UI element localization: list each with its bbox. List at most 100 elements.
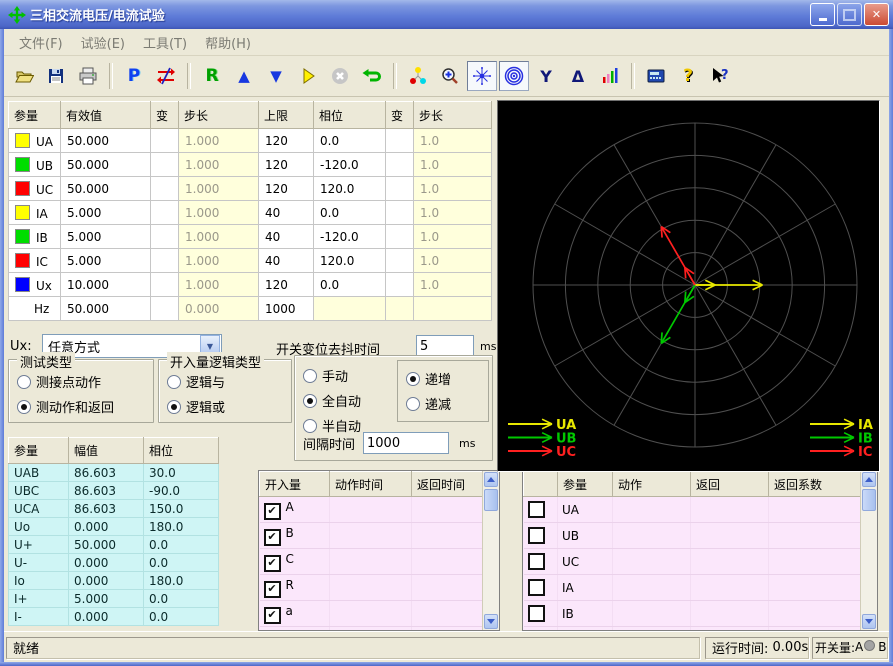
checkbox[interactable] bbox=[528, 579, 545, 596]
checkbox[interactable]: ✔ bbox=[264, 503, 281, 520]
rms-value-cell[interactable]: 10.000 bbox=[61, 273, 151, 297]
limit-cell[interactable]: 1000 bbox=[259, 297, 314, 321]
checkbox[interactable]: ✔ bbox=[264, 581, 281, 598]
switch-name: B bbox=[878, 640, 886, 654]
context-help-button[interactable]: ? bbox=[705, 61, 735, 91]
print-button[interactable] bbox=[73, 61, 103, 91]
vary-cell bbox=[151, 129, 179, 153]
limit-cell[interactable]: 120 bbox=[259, 153, 314, 177]
radio-icon[interactable] bbox=[303, 394, 317, 408]
phase-cell[interactable]: 0.0 bbox=[314, 201, 386, 225]
vary-cell bbox=[386, 129, 414, 153]
seq-amplitude-cell: 5.000 bbox=[69, 590, 144, 608]
table-row: UA50.0001.0001200.01.0 bbox=[9, 129, 492, 153]
scrollbar-thumb[interactable] bbox=[484, 489, 498, 511]
scroll-down-icon[interactable] bbox=[862, 614, 876, 629]
table-row: UC50.0001.000120120.01.0 bbox=[9, 177, 492, 201]
radio-logic-and[interactable]: 逻辑与 bbox=[167, 372, 291, 391]
radio-logic-or[interactable]: 逻辑或 bbox=[167, 397, 291, 416]
limit-cell[interactable]: 40 bbox=[259, 201, 314, 225]
open-button[interactable] bbox=[9, 61, 39, 91]
bar-chart-button[interactable] bbox=[595, 61, 625, 91]
lower-button[interactable]: ▼ bbox=[261, 61, 291, 91]
save-button[interactable] bbox=[41, 61, 71, 91]
rms-value-cell[interactable]: 5.000 bbox=[61, 201, 151, 225]
phase-step-cell: 1.0 bbox=[414, 129, 492, 153]
rms-value-cell[interactable]: 5.000 bbox=[61, 249, 151, 273]
maximize-button[interactable] bbox=[837, 3, 862, 26]
radio-decrease[interactable]: 递减 bbox=[406, 394, 488, 413]
r-reset-button[interactable]: R bbox=[197, 61, 227, 91]
scroll-up-icon[interactable] bbox=[484, 472, 498, 487]
close-button[interactable]: ✕ bbox=[864, 3, 889, 26]
table-row: UB bbox=[524, 523, 864, 549]
return-time-cell bbox=[412, 549, 486, 575]
limit-cell[interactable]: 120 bbox=[259, 129, 314, 153]
y-connection-button[interactable]: Y bbox=[531, 61, 561, 91]
radio-icon[interactable] bbox=[406, 397, 420, 411]
checkbox[interactable]: ✔ bbox=[264, 607, 281, 624]
limit-cell[interactable]: 120 bbox=[259, 273, 314, 297]
stop-button[interactable] bbox=[325, 61, 355, 91]
zoom-in-button[interactable] bbox=[435, 61, 465, 91]
rms-value-cell[interactable]: 50.000 bbox=[61, 129, 151, 153]
menu-file[interactable]: 文件(F) bbox=[10, 30, 72, 55]
radio-icon[interactable] bbox=[406, 372, 420, 386]
scroll-down-icon[interactable] bbox=[484, 614, 498, 629]
p-mode-button[interactable]: P bbox=[119, 61, 149, 91]
vector-node-button[interactable] bbox=[403, 61, 433, 91]
limit-cell[interactable]: 120 bbox=[259, 177, 314, 201]
action-table-scrollbar[interactable] bbox=[860, 471, 877, 630]
radio-icon[interactable] bbox=[17, 400, 31, 414]
checkbox[interactable]: ✔ bbox=[264, 529, 281, 546]
limit-cell[interactable]: 40 bbox=[259, 249, 314, 273]
menu-tools[interactable]: 工具(T) bbox=[134, 30, 196, 55]
seq-phase-cell: 0.0 bbox=[144, 554, 219, 572]
color-swatch bbox=[15, 229, 30, 244]
interval-input[interactable] bbox=[363, 432, 449, 454]
radio-icon[interactable] bbox=[167, 400, 181, 414]
radio-icon[interactable] bbox=[17, 375, 31, 389]
help-button[interactable]: ? bbox=[673, 61, 703, 91]
action-cell bbox=[613, 523, 691, 549]
radio-contact-action[interactable]: 测接点动作 bbox=[17, 372, 153, 391]
undo-button[interactable] bbox=[357, 61, 387, 91]
rms-value-cell[interactable]: 50.000 bbox=[61, 297, 151, 321]
scroll-up-icon[interactable] bbox=[862, 472, 876, 487]
rms-value-cell[interactable]: 50.000 bbox=[61, 153, 151, 177]
debounce-input[interactable] bbox=[416, 335, 474, 357]
radio-icon[interactable] bbox=[303, 369, 317, 383]
radio-icon[interactable] bbox=[303, 419, 317, 433]
checkbox[interactable] bbox=[528, 501, 545, 518]
menu-help[interactable]: 帮助(H) bbox=[196, 30, 260, 55]
phase-cell[interactable]: 0.0 bbox=[314, 129, 386, 153]
menu-test[interactable]: 试验(E) bbox=[72, 30, 134, 55]
checkbox[interactable] bbox=[528, 527, 545, 544]
radio-increase[interactable]: 递增 bbox=[406, 369, 488, 388]
radio-action-return[interactable]: 测动作和返回 bbox=[17, 397, 153, 416]
start-button[interactable] bbox=[293, 61, 323, 91]
checkbox[interactable] bbox=[528, 605, 545, 622]
rms-value-cell[interactable]: 5.000 bbox=[61, 225, 151, 249]
rays-view-button[interactable] bbox=[467, 61, 497, 91]
checkbox[interactable]: ✔ bbox=[264, 555, 281, 572]
polar-rings-button[interactable] bbox=[499, 61, 529, 91]
phase-cell[interactable]: 120.0 bbox=[314, 177, 386, 201]
scrollbar-thumb[interactable] bbox=[862, 489, 876, 511]
table-row: ✔R bbox=[260, 575, 486, 601]
param-name: UC bbox=[36, 183, 53, 197]
phase-cell[interactable]: 120.0 bbox=[314, 249, 386, 273]
limit-cell[interactable]: 40 bbox=[259, 225, 314, 249]
phase-cell[interactable]: -120.0 bbox=[314, 225, 386, 249]
phase-cell[interactable]: 0.0 bbox=[314, 273, 386, 297]
rms-value-cell[interactable]: 50.000 bbox=[61, 177, 151, 201]
radio-icon[interactable] bbox=[167, 375, 181, 389]
phase-swap-button[interactable] bbox=[151, 61, 181, 91]
raise-button[interactable]: ▲ bbox=[229, 61, 259, 91]
checkbox[interactable] bbox=[528, 553, 545, 570]
phase-cell[interactable]: -120.0 bbox=[314, 153, 386, 177]
minimize-button[interactable] bbox=[810, 3, 835, 26]
input-table-scrollbar[interactable] bbox=[482, 471, 499, 630]
delta-connection-button[interactable]: Δ bbox=[563, 61, 593, 91]
calculator-button[interactable] bbox=[641, 61, 671, 91]
